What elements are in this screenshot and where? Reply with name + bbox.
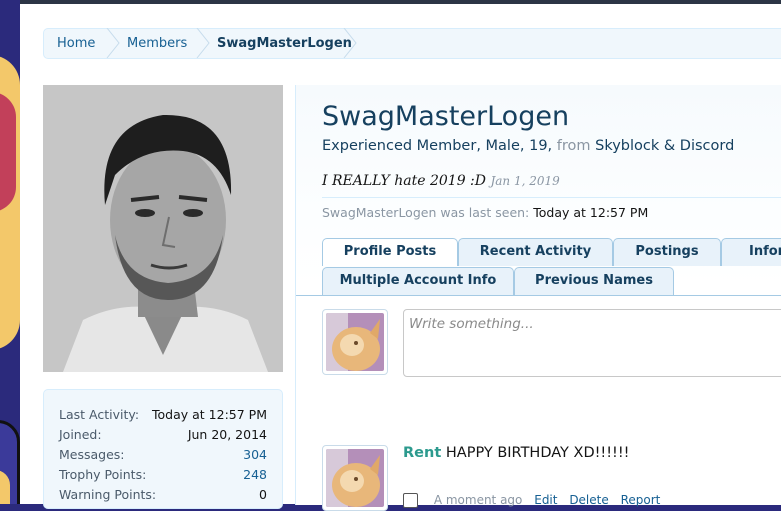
page-title: SwagMasterLogen [322,101,570,132]
tab-profile-posts[interactable]: Profile Posts [322,238,458,266]
post-meta: A moment ago Edit Delete Report [403,493,660,508]
stat-trophy-points: Trophy Points: 248 [59,467,267,482]
post-time: A moment ago [433,493,523,507]
post-delete-link[interactable]: Delete [569,493,608,507]
last-seen: SwagMasterLogen was last seen: Today at … [322,205,649,220]
post-author-avatar[interactable] [322,445,388,511]
page: Home Members SwagMasterLogen Last Activi… [20,0,781,511]
stat-joined: Joined: Jun 20, 2014 [59,427,267,442]
stat-messages: Messages: 304 [59,447,267,462]
profile-avatar[interactable] [43,85,283,372]
status-message: I REALLY hate 2019 :D Jan 1, 2019 [322,173,560,189]
breadcrumb-current[interactable]: SwagMasterLogen [217,29,352,58]
profile-tabs: Profile Posts Recent Activity Postings I… [322,238,781,296]
status-date: Jan 1, 2019 [490,174,560,188]
breadcrumb: Home Members SwagMasterLogen [43,28,781,59]
member-stats: Last Activity: Today at 12:57 PM Joined:… [43,389,283,509]
tab-recent-activity[interactable]: Recent Activity [458,238,613,266]
tab-previous-names[interactable]: Previous Names [514,267,674,295]
post-author-link[interactable]: Rent [403,445,441,461]
user-blurb: Experienced Member, Male, 19, from Skybl… [322,138,735,154]
profile-post-input[interactable]: Write something... [403,309,781,377]
tab-underline [296,295,781,296]
current-user-avatar[interactable] [322,309,388,375]
post-report-link[interactable]: Report [621,493,661,507]
profile-post: Rent HAPPY BIRTHDAY XD!!!!!! [403,445,629,461]
post-edit-link[interactable]: Edit [534,493,557,507]
stat-warning-points: Warning Points: 0 [59,487,267,502]
post-select-checkbox[interactable] [403,493,418,508]
tab-postings[interactable]: Postings [613,238,721,266]
stat-last-activity: Last Activity: Today at 12:57 PM [59,407,267,422]
post-message: HAPPY BIRTHDAY XD!!!!!! [445,445,630,461]
breadcrumb-home[interactable]: Home [57,29,95,58]
background-art [0,0,20,504]
profile-main: SwagMasterLogen Experienced Member, Male… [295,85,781,511]
tab-information[interactable]: Information [721,238,781,266]
tab-multiple-account-info[interactable]: Multiple Account Info [322,267,514,295]
breadcrumb-members[interactable]: Members [127,29,187,58]
location-link[interactable]: Skyblock & Discord [595,138,734,154]
divider [322,197,781,198]
top-bar [20,0,781,4]
